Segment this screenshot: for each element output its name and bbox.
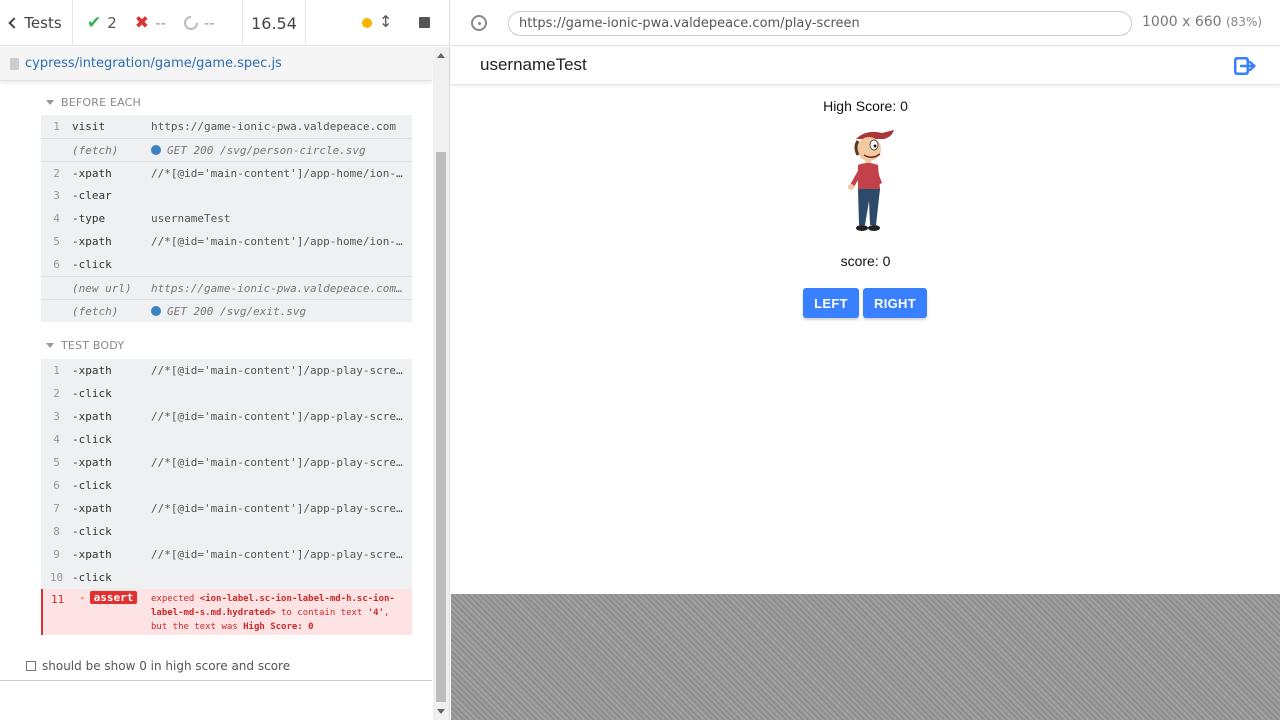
assert-error-message: expected <ion-label.sc-ion-label-md-h.sc…: [151, 594, 395, 632]
command-row[interactable]: 1 -xpath //*[@id='main-content']/app-pla…: [41, 359, 412, 382]
scroll-down-icon[interactable]: [437, 709, 445, 714]
command-row[interactable]: 1 visit https://game-ionic-pwa.valdepeac…: [41, 115, 412, 138]
tests-label: Tests: [24, 14, 62, 32]
command-row[interactable]: (fetch) GET 200 /svg/exit.svg: [41, 299, 412, 322]
before-each-commands: 1 visit https://game-ionic-pwa.valdepeac…: [41, 115, 412, 322]
command-row[interactable]: 4 -type usernameTest: [41, 207, 412, 230]
tests-back-button[interactable]: Tests: [0, 0, 73, 46]
command-row[interactable]: 4 -click: [41, 428, 412, 451]
test-stats: ✔ 2 ✖ -- --: [73, 0, 243, 46]
check-icon: ✔: [87, 13, 102, 33]
failed-assert-row[interactable]: 11 - assert expected <ion-label.sc-ion-la…: [41, 589, 412, 635]
passed-stat: ✔ 2: [87, 13, 117, 33]
viewport-background: [451, 594, 1280, 720]
exit-icon[interactable]: [1233, 55, 1257, 77]
caret-down-icon: [46, 343, 54, 348]
before-each-header[interactable]: BEFORE EACH: [46, 96, 141, 109]
divider: [0, 680, 432, 681]
app-under-test: usernameTest High Score: 0 score: 0 LEFT…: [451, 47, 1280, 594]
preview-header: https://game-ionic-pwa.valdepeace.com/pl…: [451, 0, 1280, 46]
command-log: BEFORE EACH 1 visit https://game-ionic-p…: [0, 82, 432, 682]
pending-icon: [180, 13, 201, 33]
test-body-commands: 1 -xpath //*[@id='main-content']/app-pla…: [41, 359, 412, 635]
failed-stat: ✖ --: [135, 13, 166, 33]
spec-path[interactable]: cypress/integration/game/game.spec.js: [25, 56, 282, 71]
score-label: score: 0: [840, 253, 891, 269]
command-log-scrollbar[interactable]: [433, 47, 449, 720]
player-character-image: [848, 130, 894, 231]
stop-icon[interactable]: [419, 17, 430, 28]
command-row[interactable]: (fetch) GET 200 /svg/person-circle.svg: [41, 138, 412, 161]
runner-controls: ↕: [306, 0, 449, 46]
viewport-info[interactable]: 1000 x 660 (83%): [1142, 14, 1262, 30]
command-row[interactable]: 6 -click: [41, 253, 412, 276]
runner-header: Tests ✔ 2 ✖ -- -- 16.54 ↕: [0, 0, 449, 46]
cross-icon: ✖: [134, 13, 150, 33]
auto-scroll-indicator-icon[interactable]: [362, 18, 372, 28]
chevron-left-icon: [8, 17, 20, 29]
command-row[interactable]: 5 -xpath //*[@id='main-content']/app-hom…: [41, 230, 412, 253]
request-dot-icon: [151, 305, 161, 316]
test-title[interactable]: should be show 0 in high score and score: [26, 659, 290, 673]
command-row[interactable]: 5 -xpath //*[@id='main-content']/app-pla…: [41, 451, 412, 474]
scroll-thumb[interactable]: [436, 152, 446, 702]
left-button[interactable]: LEFT: [803, 288, 859, 318]
duration: 16.54: [243, 0, 306, 46]
command-row[interactable]: (new url) https://game-ionic-pwa.valdepe…: [41, 276, 412, 299]
command-row[interactable]: 10 -click: [41, 566, 412, 589]
command-row[interactable]: 3 -xpath //*[@id='main-content']/app-pla…: [41, 405, 412, 428]
pending-stat: --: [180, 13, 215, 33]
scroll-toggle-icon[interactable]: ↕: [379, 12, 392, 31]
high-score-label: High Score: 0: [823, 98, 908, 114]
assert-badge: assert: [89, 591, 138, 604]
username-title: usernameTest: [480, 55, 587, 74]
command-row[interactable]: 2 -click: [41, 382, 412, 405]
file-icon: [10, 57, 19, 70]
right-button[interactable]: RIGHT: [863, 288, 927, 318]
spec-path-bar[interactable]: cypress/integration/game/game.spec.js: [0, 47, 432, 81]
command-row[interactable]: 7 -xpath //*[@id='main-content']/app-pla…: [41, 497, 412, 520]
failed-count: --: [155, 14, 166, 32]
selector-playground-icon[interactable]: [471, 15, 487, 31]
command-row[interactable]: 6 -click: [41, 474, 412, 497]
test-body-header[interactable]: TEST BODY: [46, 339, 124, 352]
passed-count: 2: [107, 14, 117, 32]
scroll-up-icon[interactable]: [437, 53, 445, 58]
command-row[interactable]: 8 -click: [41, 520, 412, 543]
command-row[interactable]: 2 -xpath //*[@id='main-content']/app-hom…: [41, 161, 412, 184]
command-row[interactable]: 9 -xpath //*[@id='main-content']/app-pla…: [41, 543, 412, 566]
app-preview-panel: https://game-ionic-pwa.valdepeace.com/pl…: [451, 0, 1280, 720]
caret-down-icon: [46, 100, 54, 105]
pending-count: --: [203, 14, 215, 32]
command-row[interactable]: 3 -clear: [41, 184, 412, 207]
app-toolbar: usernameTest: [451, 47, 1280, 85]
request-dot-icon: [151, 144, 161, 155]
test-checkbox-icon: [26, 661, 36, 671]
url-display[interactable]: https://game-ionic-pwa.valdepeace.com/pl…: [508, 11, 1132, 36]
command-log-panel: Tests ✔ 2 ✖ -- -- 16.54 ↕ cypress/integr…: [0, 0, 450, 720]
